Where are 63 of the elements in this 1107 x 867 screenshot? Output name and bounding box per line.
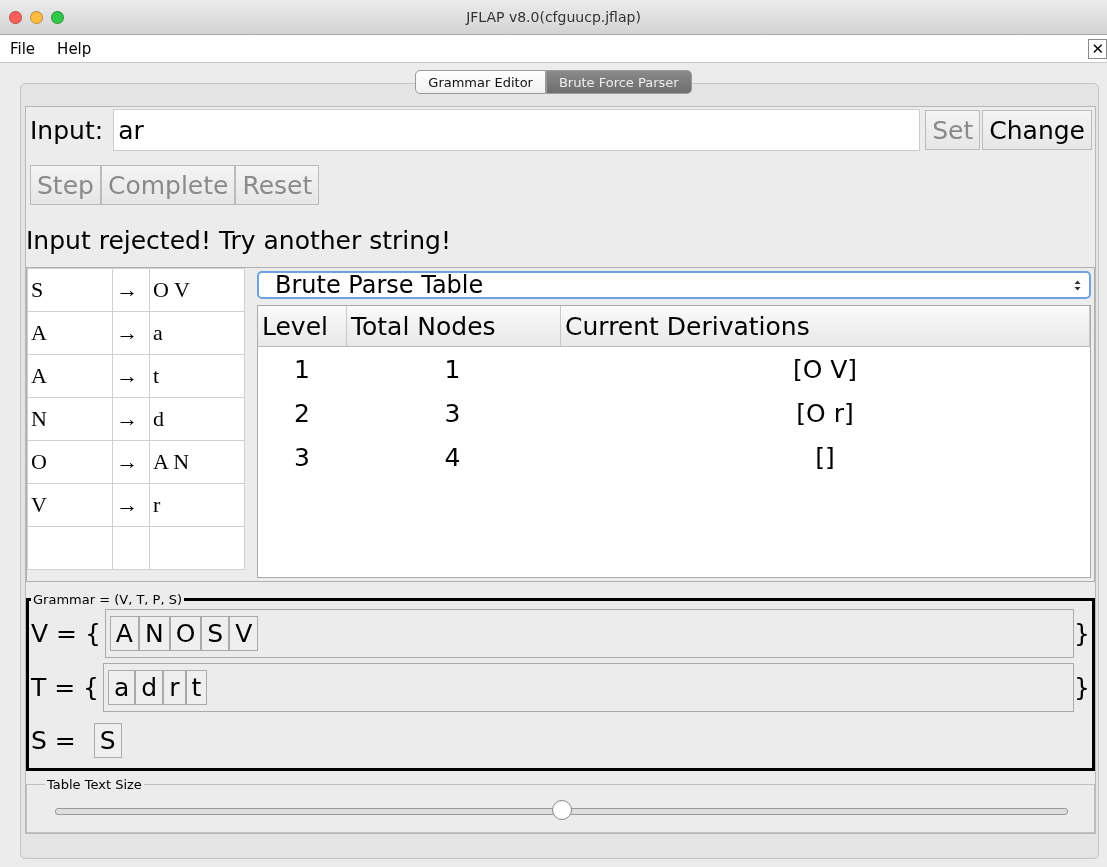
column-header[interactable]: Current Derivations: [560, 306, 1090, 347]
table-cell: t: [149, 354, 245, 398]
table-cell: →: [112, 483, 150, 527]
set-brace: }: [1074, 673, 1090, 702]
symbol: N: [138, 616, 170, 651]
table-cell: →: [112, 268, 150, 312]
slider-thumb[interactable]: [551, 800, 572, 820]
symbol: A: [109, 616, 139, 651]
set-label: T = {: [31, 673, 100, 702]
symbol: a: [108, 670, 136, 705]
table-cell: S: [27, 268, 113, 312]
symbol: V: [229, 616, 259, 651]
grammar-title: Grammar = (V, T, P, S): [32, 592, 184, 607]
tab[interactable]: Grammar Editor: [415, 70, 546, 94]
input-field[interactable]: ar: [113, 109, 921, 151]
column-header[interactable]: Total Nodes: [346, 306, 561, 347]
symbol: S: [201, 616, 230, 651]
set-label: V = {: [31, 619, 101, 648]
table-cell-text: 3: [443, 397, 462, 430]
table-cell-text: 3: [293, 441, 311, 474]
symbol: r: [163, 670, 186, 705]
table-cell: 1: [258, 346, 347, 391]
input-label: Input:: [30, 115, 104, 145]
table-cell: [O V]: [560, 346, 1090, 391]
table-cell-text: 2: [293, 397, 311, 430]
symbol: S: [93, 723, 122, 758]
window-control-icon[interactable]: [9, 11, 22, 24]
table-cell: →: [112, 397, 150, 441]
table-cell: →: [112, 311, 150, 355]
table-cell: r: [149, 483, 245, 527]
table-cell-text: []: [814, 441, 836, 474]
window-title: JFLAP v8.0(cfguucp.jflap): [466, 9, 641, 25]
table-cell: A N: [149, 440, 245, 484]
table-cell: d: [149, 397, 245, 441]
text-size-title: Table Text Size: [46, 777, 143, 792]
table-cell: a: [149, 311, 245, 355]
menu-item[interactable]: Help: [57, 39, 92, 58]
window-control-icon[interactable]: [51, 11, 64, 24]
table-cell: →: [112, 440, 150, 484]
symbol: t: [185, 670, 208, 705]
tab[interactable]: Brute Force Parser: [545, 70, 692, 94]
set-brace: }: [1074, 619, 1090, 648]
close-button[interactable]: ✕: [1088, 38, 1107, 59]
table-cell: N: [27, 397, 113, 441]
column-header[interactable]: Level: [258, 306, 347, 347]
view-dropdown[interactable]: Brute Parse Table: [257, 271, 1091, 299]
table-cell: O: [27, 440, 113, 484]
symbol: O: [169, 616, 202, 651]
table-cell-text: [O r]: [795, 397, 855, 430]
symbol: d: [135, 670, 164, 705]
set-button[interactable]: Change: [982, 110, 1092, 150]
table-cell: 1: [346, 346, 561, 391]
status-message: Input rejected! Try another string!: [26, 225, 451, 255]
table-cell: →: [112, 354, 150, 398]
caret-icon: [1074, 279, 1081, 291]
set-label: S =: [31, 726, 76, 755]
table-cell: V: [27, 483, 113, 527]
table-cell: O V: [149, 268, 245, 312]
table-cell: A: [27, 354, 113, 398]
menu-item[interactable]: File: [10, 39, 36, 58]
table-cell-text: 4: [443, 441, 462, 474]
window-control-icon[interactable]: [30, 11, 43, 24]
table-cell: A: [27, 311, 113, 355]
